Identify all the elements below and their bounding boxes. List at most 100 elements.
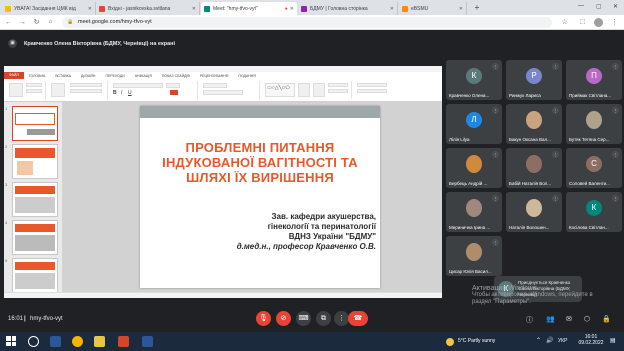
bold-icon[interactable]: B: [113, 90, 117, 96]
people-icon[interactable]: 👥: [546, 315, 555, 323]
ppt-tab[interactable]: ПОКАЗ СЛАЙДІВ: [157, 74, 195, 78]
arrange-icon[interactable]: [298, 83, 310, 97]
font-color-icon[interactable]: [170, 90, 178, 95]
participant-tile[interactable]: ⋮ Цисар Юлія Васил...: [446, 236, 502, 276]
shape-outline-button[interactable]: [328, 89, 348, 93]
italic-icon[interactable]: I: [121, 90, 122, 96]
ppt-tab[interactable]: АНІМАЦІЯ: [130, 74, 157, 78]
search-icon[interactable]: [28, 336, 39, 347]
find-button[interactable]: [357, 83, 387, 87]
url-field[interactable]: 🔒 meet.google.com/hmy-tfvo-vyt: [62, 17, 552, 28]
browser-tab-2[interactable]: Вхідні - jasnikovska.svitlana ✕: [96, 2, 200, 15]
chrome-icon[interactable]: [72, 336, 83, 347]
paste-icon[interactable]: [9, 83, 23, 97]
tab-label: eBSMU: [411, 5, 429, 12]
home-icon[interactable]: ⌂: [46, 18, 55, 27]
close-icon[interactable]: ✕: [459, 6, 463, 12]
participant-tile[interactable]: ⋮ Наталія Волошен...: [506, 192, 562, 232]
lock-icon[interactable]: 🔒: [602, 315, 611, 323]
close-icon[interactable]: ✕: [390, 6, 394, 12]
participant-tile[interactable]: ⋮ Меринична Ірина ...: [446, 192, 502, 232]
activities-icon[interactable]: ⬡: [584, 315, 590, 323]
browser-tab-4[interactable]: БДМУ | Головна сторінка ✕: [298, 2, 398, 15]
bookmark-star-icon[interactable]: ☆: [560, 18, 569, 27]
replace-button[interactable]: [357, 89, 387, 93]
participant-tile[interactable]: ⋮ Бутяк Тетяна Сер...: [566, 104, 622, 144]
ppt-tab[interactable]: ПОДАННЯ: [233, 74, 260, 78]
slide-thumbnail[interactable]: [12, 182, 58, 217]
slide-thumbnail[interactable]: [12, 258, 58, 293]
font-size-select[interactable]: [166, 83, 180, 88]
reset-button[interactable]: [70, 89, 102, 93]
align-icon[interactable]: [203, 90, 243, 95]
participant-tile[interactable]: Л ⋮ Лілія Lilya: [446, 104, 502, 144]
participant-tile[interactable]: К ⋮ Косілова Світлан...: [566, 192, 622, 232]
new-slide-icon[interactable]: [51, 83, 65, 97]
browser-tab-1[interactable]: УВАГА! Засідання ЦМК від ✕: [2, 2, 96, 15]
participant-tile[interactable]: ⋮ Бербець Андрій ...: [446, 148, 502, 188]
ppt-tab[interactable]: РЕЦЕНЗУВАННЯ: [195, 74, 234, 78]
clock[interactable]: 16:01 09.02.2022: [576, 334, 606, 346]
avatar: С: [586, 156, 602, 172]
menu-icon[interactable]: ⋮: [610, 18, 619, 27]
file-explorer-icon[interactable]: [94, 336, 105, 347]
bullets-icon[interactable]: [203, 83, 227, 88]
cut-icon[interactable]: [26, 83, 42, 87]
camera-off-icon[interactable]: ⊘: [276, 311, 291, 326]
tray-chevron-icon[interactable]: ⌃: [536, 337, 541, 344]
tab-label: Вхідні - jasnikovska.svitlana: [108, 5, 171, 12]
participant-tile[interactable]: ⋮ Бакун Оксана Вал...: [506, 104, 562, 144]
forward-icon[interactable]: →: [18, 18, 27, 27]
word-icon[interactable]: [142, 336, 153, 347]
task-view-icon[interactable]: [50, 336, 61, 347]
browser-tab-5[interactable]: eBSMU ✕: [399, 2, 467, 15]
ppt-tab[interactable]: ВСТАВКА: [50, 74, 76, 78]
close-icon[interactable]: ✕: [88, 6, 92, 12]
participant-tile[interactable]: П ⋮ Приймак Світлана...: [566, 60, 622, 100]
windows-start-icon[interactable]: [6, 336, 16, 346]
copy-icon[interactable]: [26, 89, 42, 93]
language-indicator[interactable]: УКР: [558, 338, 567, 344]
chat-icon[interactable]: ✉: [566, 315, 572, 323]
close-icon[interactable]: ✕: [290, 6, 294, 12]
extensions-icon[interactable]: ⬚: [578, 18, 587, 27]
more-options-icon[interactable]: ⋮: [334, 311, 349, 326]
font-select[interactable]: [113, 83, 163, 88]
minimize-icon[interactable]: —: [578, 3, 584, 9]
participant-tile[interactable]: Р ⋮ Ринжук Лариса: [506, 60, 562, 100]
window-close-icon[interactable]: ✕: [613, 3, 618, 10]
slide-thumbnail[interactable]: [12, 144, 58, 179]
browser-tab-3[interactable]: Meet: "hmy-tfvo-vyt" ● ✕: [201, 2, 297, 15]
notifications-icon[interactable]: ▤: [610, 337, 616, 344]
shape-fill-button[interactable]: [328, 83, 348, 87]
weather-text[interactable]: 5°C Partly sunny: [458, 338, 495, 344]
present-icon[interactable]: ⧉: [316, 311, 331, 326]
back-icon[interactable]: ←: [4, 18, 13, 27]
powerpoint-icon[interactable]: [118, 336, 129, 347]
layout-button[interactable]: [70, 83, 102, 87]
participant-tile[interactable]: ⋮ Бабій Наталія Вол...: [506, 148, 562, 188]
mic-off-icon[interactable]: 🎙: [256, 311, 271, 326]
slide-thumbnail[interactable]: [12, 220, 58, 255]
profile-avatar[interactable]: [594, 18, 603, 27]
participant-tile[interactable]: К ⋮ Кравченко Олена...: [446, 60, 502, 100]
info-icon[interactable]: ⓘ: [526, 315, 533, 325]
volume-icon[interactable]: 🔊: [546, 337, 553, 344]
slide-thumbnail[interactable]: [12, 106, 58, 141]
shapes-gallery[interactable]: ▭○△╲▱⬠: [265, 83, 295, 97]
maximize-icon[interactable]: ▢: [596, 3, 602, 10]
underline-icon[interactable]: U: [128, 90, 132, 96]
close-icon[interactable]: ✕: [192, 6, 196, 12]
ppt-tab[interactable]: ГОЛОВНА: [24, 74, 51, 78]
reload-icon[interactable]: ↻: [32, 18, 41, 27]
new-tab-button[interactable]: +: [472, 3, 482, 13]
ppt-file-tab[interactable]: ФАЙЛ: [4, 72, 24, 79]
ppt-tab[interactable]: ДИЗАЙН: [76, 74, 100, 78]
leave-call-button[interactable]: ☎: [348, 311, 368, 326]
quick-styles-icon[interactable]: [313, 83, 325, 97]
ppt-tab[interactable]: ПЕРЕХОДИ: [100, 74, 129, 78]
current-slide[interactable]: ПРОБЛЕМНІ ПИТАННЯ ІНДУКОВАНОЇ ВАГІТНОСТІ…: [140, 106, 380, 288]
captions-icon[interactable]: ⌨: [296, 311, 311, 326]
participant-tile[interactable]: С ⋮ Соловей Валенти...: [566, 148, 622, 188]
thumb-title-mark: [15, 224, 55, 232]
